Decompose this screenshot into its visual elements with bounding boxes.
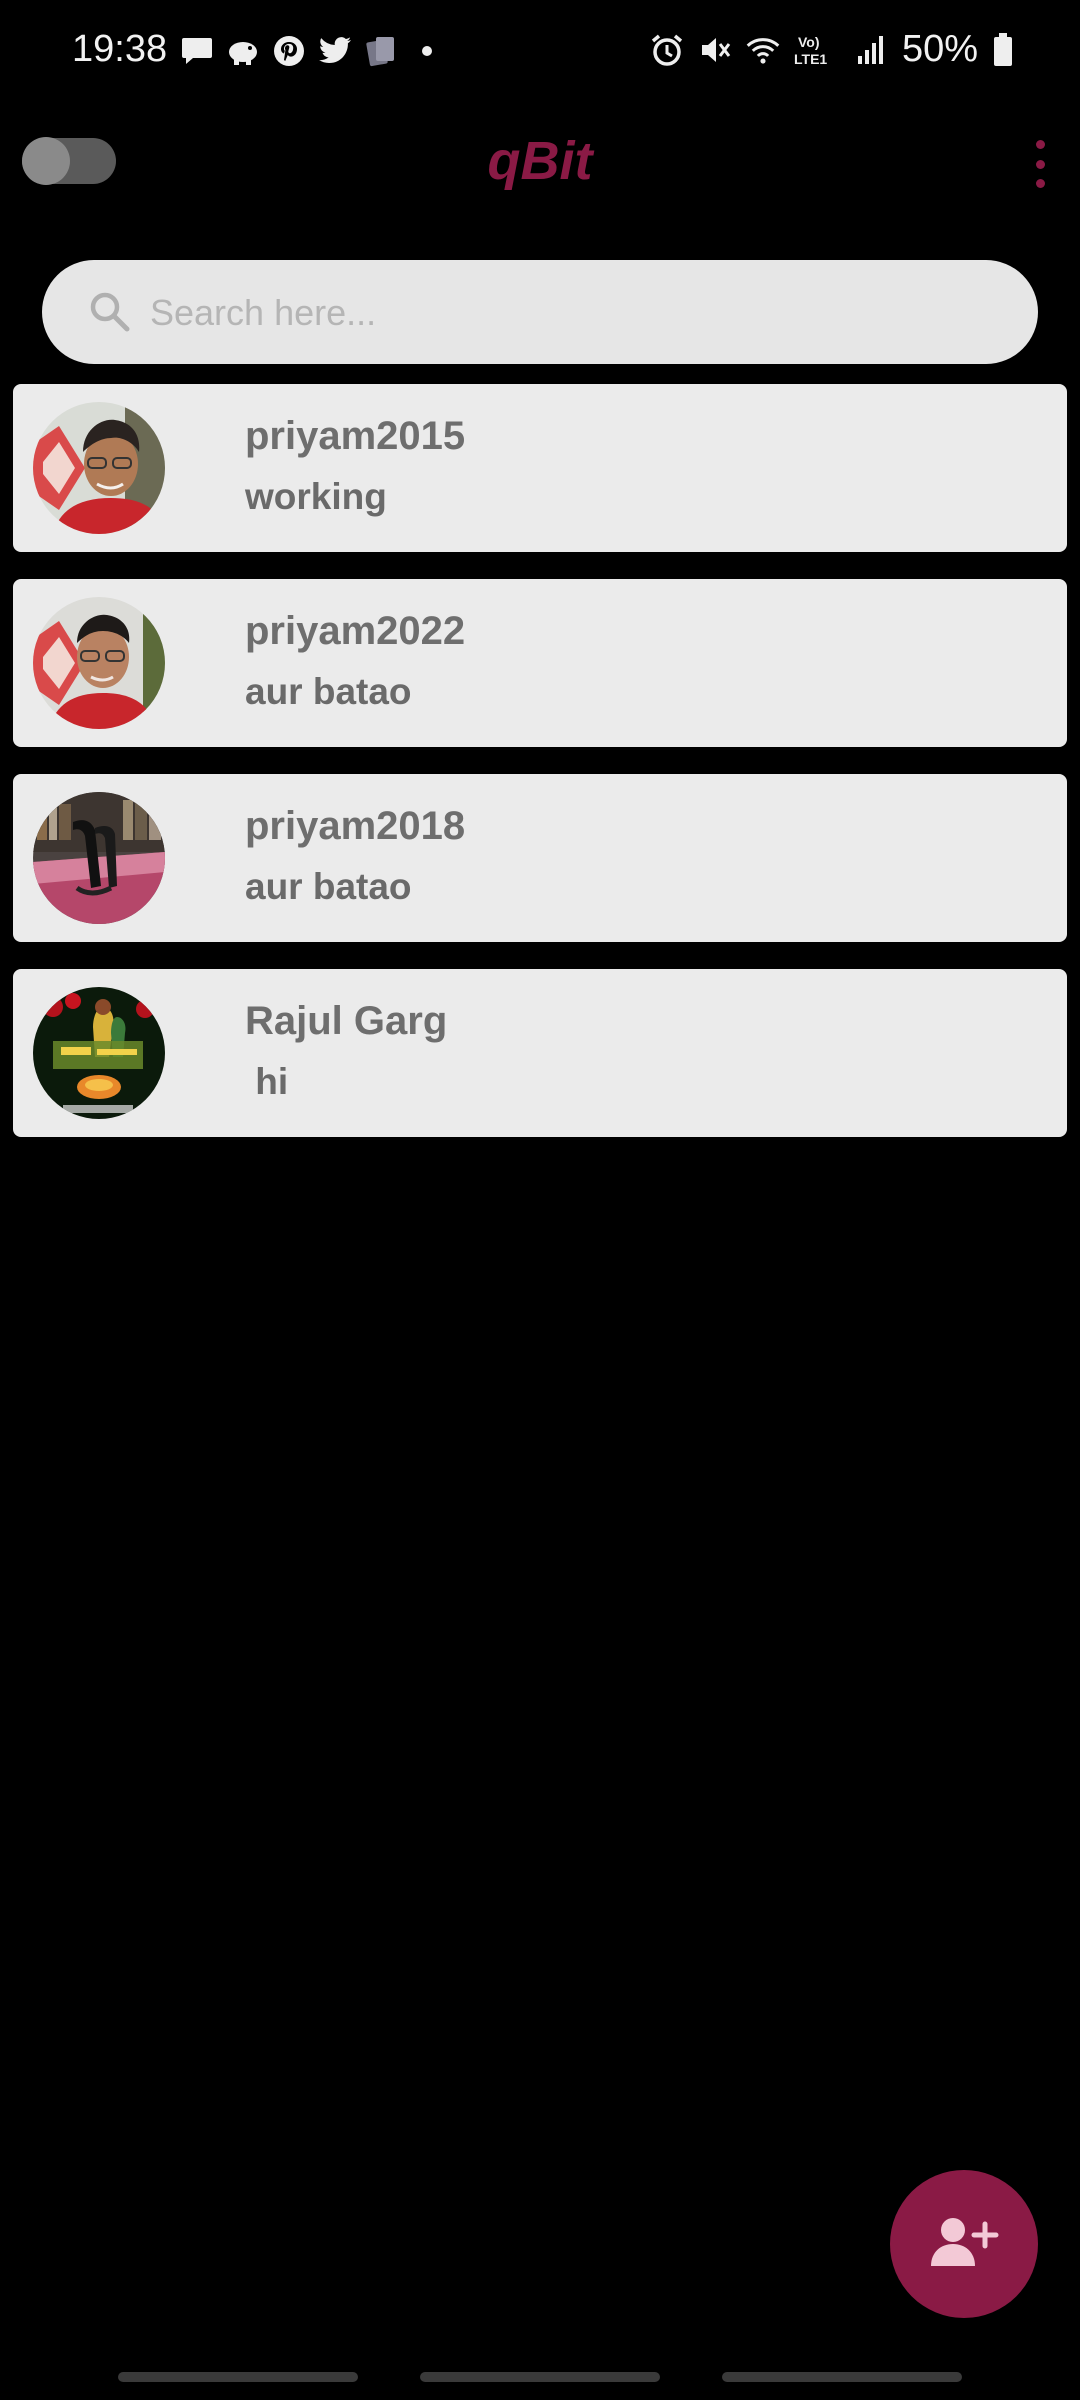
svg-text:Vo): Vo) (798, 34, 820, 50)
battery-icon (992, 32, 1014, 67)
avatar[interactable] (33, 402, 165, 534)
avatar[interactable] (33, 597, 165, 729)
pinterest-icon (272, 34, 306, 68)
status-bar: 19:38 Vo) LTE1 50% (0, 0, 1080, 108)
chat-name: priyam2015 (245, 414, 466, 458)
volte-icon: Vo) LTE1 (794, 33, 840, 67)
signal-icon (854, 33, 888, 67)
message-icon (180, 34, 214, 68)
status-time: 19:38 (72, 28, 168, 70)
alarm-icon (650, 33, 684, 67)
menu-dot (1035, 179, 1045, 188)
chat-name: Rajul Garg (245, 999, 448, 1043)
wifi-icon (746, 33, 780, 67)
chat-name: priyam2022 (245, 609, 466, 653)
overflow-menu-button[interactable] (1028, 140, 1052, 188)
search-icon (88, 290, 132, 334)
twitter-icon (318, 34, 352, 68)
app-bar: qBit (0, 108, 1080, 218)
chat-list: priyam2015 working priyam2022 aur batao (13, 384, 1067, 1164)
chat-last-message: aur batao (245, 671, 412, 712)
chat-last-message: hi (245, 1061, 289, 1102)
nav-back-gesture[interactable] (118, 2372, 358, 2382)
add-user-icon (929, 2214, 999, 2275)
battery-percent: 50% (901, 28, 978, 70)
avatar[interactable] (33, 792, 165, 924)
add-user-button[interactable] (890, 2170, 1038, 2318)
app-title: qBit (487, 131, 593, 191)
nav-home-gesture[interactable] (420, 2372, 660, 2382)
nav-recents-gesture[interactable] (722, 2372, 962, 2382)
search-bar (42, 260, 1038, 366)
system-icons: Vo) LTE1 50% (650, 28, 1014, 71)
chat-item[interactable]: Rajul Garg hi (13, 969, 1067, 1137)
svg-text:LTE1: LTE1 (794, 51, 827, 67)
chat-last-message: working (245, 476, 387, 517)
notification-icons (180, 34, 444, 68)
search-input[interactable] (148, 260, 1012, 366)
chat-item[interactable]: priyam2022 aur batao (13, 579, 1067, 747)
chat-item[interactable]: priyam2018 aur batao (13, 774, 1067, 942)
menu-dot (1035, 159, 1045, 169)
dot-icon (410, 34, 444, 68)
mute-icon (698, 33, 732, 67)
chat-item[interactable]: priyam2015 working (13, 384, 1067, 552)
piggy-bank-icon (226, 34, 260, 68)
avatar[interactable] (33, 987, 165, 1119)
menu-dot (1035, 140, 1045, 149)
chat-last-message: aur batao (245, 866, 412, 907)
chat-name: priyam2018 (245, 804, 466, 848)
cards-app-icon (364, 34, 398, 68)
